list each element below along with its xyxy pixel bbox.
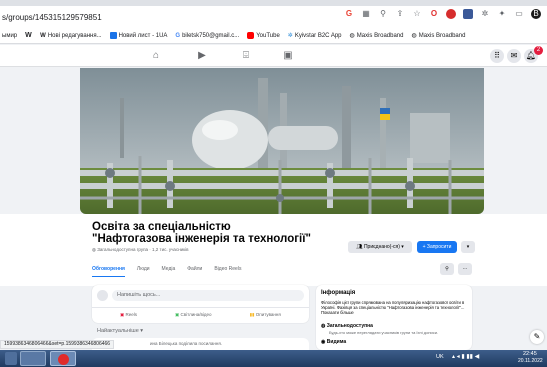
opera-icon xyxy=(58,354,69,365)
tab-files[interactable]: Файли xyxy=(187,266,202,277)
info-description: Філософія цієї групи спрямована на попул… xyxy=(321,300,465,316)
bookmark-item[interactable]: ✲ Kyivstar B2C App xyxy=(287,32,342,40)
group-info-card: Інформація Філософія цієї групи спрямова… xyxy=(316,285,472,350)
notification-badge: 2 xyxy=(534,46,543,55)
windows-taskbar: UK ▴ ◂ ▮ ▮▮ ◀︎ 22:45 20.11.2022 xyxy=(0,350,547,367)
public-description: Будь-хто може переглядати учасників груп… xyxy=(329,330,439,335)
puzzle-icon[interactable]: ✲ xyxy=(480,9,490,19)
globe-icon: ◍ xyxy=(411,33,417,39)
red-extension-icon[interactable] xyxy=(446,9,456,19)
compose-icon: ✎ xyxy=(533,332,541,341)
bookmark-item[interactable]: Новий лист - 1UA xyxy=(109,32,167,39)
public-label: ◍ Загальнодоступна xyxy=(321,323,373,329)
bookmark-item[interactable]: W Нові редагування... xyxy=(40,33,101,39)
cover-image xyxy=(80,68,484,214)
share-icon[interactable]: ⇪ xyxy=(395,9,405,19)
opera-icon[interactable]: O xyxy=(429,9,439,19)
post-composer: Напишіть щось... ▣ Reels ▣ Світлина/віде… xyxy=(92,285,309,323)
language-indicator[interactable]: UK xyxy=(436,354,444,360)
invite-button[interactable]: + Запросити xyxy=(417,241,457,253)
composer-actions: ▣ Reels ▣ Світлина/відео ▮▮ Опитування xyxy=(120,312,281,318)
bookmarks-bar: ымир W W Нові редагування... Новий лист -… xyxy=(0,28,547,44)
address-bar[interactable]: s/groups/145315129579851 G ▦ ⚲ ⇪ ☆ O ✲ ✦… xyxy=(0,6,547,28)
watch-icon[interactable]: ▶ xyxy=(196,50,208,62)
group-tabs: Обговорення Люди Медіа Файли Відео Reels xyxy=(92,266,241,277)
tab-reels[interactable]: Відео Reels xyxy=(214,266,241,277)
more-button[interactable]: ··· xyxy=(458,263,472,275)
sidepanel-icon[interactable]: ▭ xyxy=(514,9,524,19)
bookmark-item[interactable]: Gbiletsk750@gmail.c... xyxy=(175,33,239,39)
joined-button[interactable]: 👥︎ Приєднано(-ся) ▾ xyxy=(348,241,412,253)
file-explorer-icon[interactable] xyxy=(20,351,46,366)
chevron-down-icon: ▾ xyxy=(399,244,404,250)
opera-taskbar-icon[interactable] xyxy=(50,351,76,366)
bookmark-item[interactable]: YouTube xyxy=(247,32,280,39)
group-title[interactable]: Освіта за спеціальністю "Нафтогазова інж… xyxy=(92,221,312,245)
composer-input[interactable]: Напишіть щось... xyxy=(112,290,304,301)
blue-extension-icon[interactable] xyxy=(463,9,473,19)
marketplace-icon[interactable]: ⌹ xyxy=(240,50,252,62)
url-text[interactable]: s/groups/145315129579851 xyxy=(2,13,102,22)
extension-icon[interactable]: ▦ xyxy=(361,9,371,19)
home-icon[interactable]: ⌂ xyxy=(150,50,162,62)
star-icon: ✲ xyxy=(287,33,293,39)
photo-video-action[interactable]: ▣ Світлина/відео xyxy=(175,312,212,318)
tab-discussion[interactable]: Обговорення xyxy=(92,266,125,277)
group-cover-photo[interactable] xyxy=(80,68,484,214)
visible-label: ◉ Видима xyxy=(321,339,347,345)
google-icon: G xyxy=(175,32,181,39)
profile-avatar[interactable]: B xyxy=(531,9,541,19)
ellipsis-icon: ··· xyxy=(462,266,468,272)
group-meta: ◍ Загальнодоступна група · 1,2 тис. учас… xyxy=(92,247,189,252)
chevron-down-icon: ▾ xyxy=(466,244,470,250)
chevron-down-icon: ▾ xyxy=(138,328,144,334)
search-icon: ⚲ xyxy=(445,266,449,272)
post-preview-text: ина Білецька поділила посилання. xyxy=(150,341,223,346)
search-button[interactable]: ⚲ xyxy=(440,263,454,275)
zoom-icon[interactable]: ⚲ xyxy=(378,9,388,19)
taskbar-app-button[interactable] xyxy=(5,352,17,365)
avatar[interactable] xyxy=(97,290,108,301)
bookmark-item[interactable]: W xyxy=(25,32,32,39)
gaming-icon[interactable]: ▣ xyxy=(282,50,294,62)
facebook-top-nav: ⌂ ▶ ⌹ ▣ ⠿ ✉ 🔔︎ 2 xyxy=(0,45,547,67)
w-icon: W xyxy=(40,32,46,39)
bookmark-star-icon[interactable]: ☆ xyxy=(412,9,422,19)
youtube-icon xyxy=(247,32,255,39)
bookmark-item[interactable]: ымир xyxy=(2,33,17,39)
info-heading: Інформація xyxy=(321,290,356,296)
more-options-button[interactable]: ▾ xyxy=(461,241,475,253)
tray-icons[interactable]: ▴ ◂ ▮ ▮▮ ◀︎ xyxy=(452,353,479,360)
clock-date[interactable]: 20.11.2022 xyxy=(518,358,543,364)
bookmark-item[interactable]: ◍ Maxis Broadband xyxy=(349,32,404,40)
divider xyxy=(92,307,309,308)
messenger-icon[interactable]: ✉ xyxy=(507,49,521,63)
tab-people[interactable]: Люди xyxy=(137,266,150,277)
address-bar-icons: G ▦ ⚲ ⇪ ☆ O ✲ ✦ ▭ B xyxy=(344,9,541,19)
people-icon: 👥︎ xyxy=(356,244,364,250)
w-icon: W xyxy=(25,32,32,39)
extensions-puzzle-icon[interactable]: ✦ xyxy=(497,9,507,19)
google-icon[interactable]: G xyxy=(344,9,354,19)
globe-icon: ◍ xyxy=(349,33,355,39)
mail-icon xyxy=(109,32,117,39)
tab-media[interactable]: Медіа xyxy=(162,266,176,277)
poll-action[interactable]: ▮▮ Опитування xyxy=(250,312,281,318)
bookmark-item[interactable]: ◍ Maxis Broadband xyxy=(411,32,465,40)
menu-grid-icon[interactable]: ⠿ xyxy=(490,49,504,63)
clock-time[interactable]: 22:45 xyxy=(523,351,537,357)
reels-action[interactable]: ▣ Reels xyxy=(120,312,137,318)
sort-dropdown[interactable]: Найактуальніше ▾ xyxy=(97,328,143,334)
status-url: 1599386346806466&set=p.1599386346806466 xyxy=(0,340,115,349)
edit-floating-button[interactable]: ✎ xyxy=(530,330,544,344)
